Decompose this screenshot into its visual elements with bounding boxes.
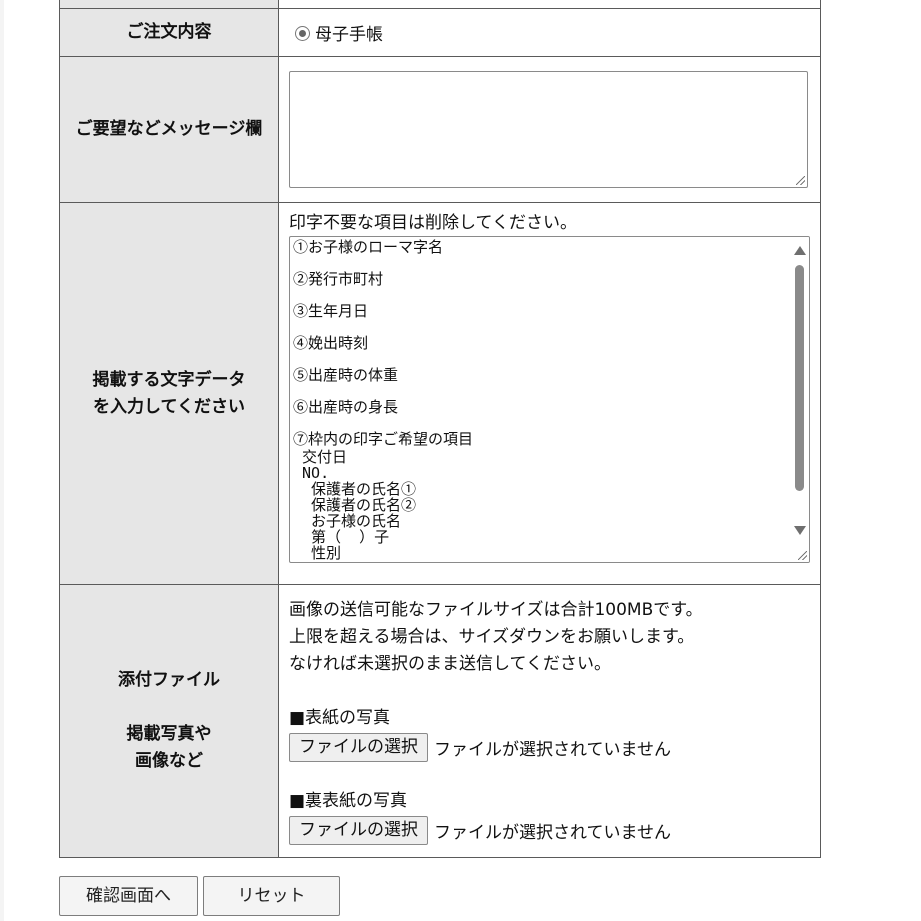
text-data-cell: 印字不要な項目は削除してください。 ①お子様のローマ字名 ②発行市町村 ③生年月…	[278, 202, 821, 585]
resize-grip-icon[interactable]	[796, 176, 805, 185]
text-data-textarea[interactable]: ①お子様のローマ字名 ②発行市町村 ③生年月日 ④娩出時刻 ⑤出産時の体重 ⑥出…	[289, 236, 810, 563]
text-subline: お子様の氏名	[293, 512, 402, 530]
text-subline: 保護者の氏名①	[293, 480, 417, 498]
reset-button[interactable]: リセット	[203, 876, 340, 916]
order-cell: 母子手帳	[278, 8, 821, 57]
info-line: 上限を超える場合は、サイズダウンをお願いします。	[289, 626, 695, 647]
attachments-label: 添付ファイル 掲載写真や 画像など	[59, 584, 279, 858]
front-cover-file-status: ファイルが選択されていません	[434, 739, 671, 760]
message-label: ご要望などメッセージ欄	[59, 56, 279, 203]
back-cover-choose-button[interactable]: ファイルの選択	[289, 815, 428, 845]
text-line: ④娩出時刻	[293, 334, 369, 352]
message-cell	[278, 56, 821, 203]
order-label: ご注文内容	[59, 8, 279, 57]
scroll-down-arrow-icon[interactable]	[794, 526, 806, 535]
back-cover-file-status: ファイルが選択されていません	[434, 822, 671, 843]
text-subline: 交付日	[293, 448, 348, 466]
attachments-info: 画像の送信可能なファイルサイズは合計100MBです。 上限を超える場合は、サイズ…	[289, 597, 820, 678]
table-row	[59, 0, 821, 9]
back-cover-label: ■裏表紙の写真	[289, 790, 408, 811]
attachments-cell: 画像の送信可能なファイルサイズは合計100MBです。 上限を超える場合は、サイズ…	[278, 584, 821, 858]
front-cover-file-input: ファイルの選択 ファイルが選択されていません	[289, 732, 820, 763]
message-textarea[interactable]	[289, 71, 808, 188]
text-subline: 第（ ）子	[293, 528, 390, 546]
resize-grip-icon[interactable]	[798, 551, 807, 560]
order-form-table: ご注文内容 母子手帳 ご要望などメッセージ欄 掲載する文字データ を入力してくだ…	[59, 0, 821, 858]
text-subline: 性別	[293, 544, 342, 562]
scroll-up-arrow-icon[interactable]	[794, 246, 806, 255]
text-line: ⑥出産時の身長	[293, 398, 399, 416]
text-subline: 保護者の氏名②	[293, 496, 417, 514]
scrollbar-thumb[interactable]	[795, 265, 804, 491]
info-line: 画像の送信可能なファイルサイズは合計100MBです。	[289, 599, 703, 620]
text-line: ②発行市町村	[293, 270, 384, 288]
vertical-scrollbar[interactable]	[790, 237, 809, 562]
text-subline: NO.	[293, 464, 330, 482]
delete-note: 印字不要な項目は削除してください。	[289, 213, 577, 233]
table-row: ご要望などメッセージ欄	[59, 56, 821, 203]
text-data-label: 掲載する文字データ を入力してください	[59, 202, 279, 585]
table-row: ご注文内容 母子手帳	[59, 8, 821, 57]
info-line: なければ未選択のまま送信してください。	[289, 653, 611, 674]
confirm-button[interactable]: 確認画面へ	[59, 876, 198, 916]
text-line: ⑦枠内の印字ご希望の項目	[293, 430, 474, 448]
text-line: ①お子様のローマ字名	[293, 238, 444, 256]
back-cover-file-input: ファイルの選択 ファイルが選択されていません	[289, 815, 820, 846]
text-line: ⑤出産時の体重	[293, 366, 399, 384]
table-row: 添付ファイル 掲載写真や 画像など 画像の送信可能なファイルサイズは合計100M…	[59, 584, 821, 858]
front-cover-choose-button[interactable]: ファイルの選択	[289, 732, 428, 762]
text-data-content: ①お子様のローマ字名 ②発行市町村 ③生年月日 ④娩出時刻 ⑤出産時の体重 ⑥出…	[293, 237, 789, 561]
front-cover-label: ■表紙の写真	[289, 707, 391, 728]
table-row: 掲載する文字データ を入力してください 印字不要な項目は削除してください。 ①お…	[59, 202, 821, 585]
radio-button[interactable]	[295, 26, 310, 41]
order-option-label: 母子手帳	[315, 25, 383, 45]
text-line: ③生年月日	[293, 302, 369, 320]
